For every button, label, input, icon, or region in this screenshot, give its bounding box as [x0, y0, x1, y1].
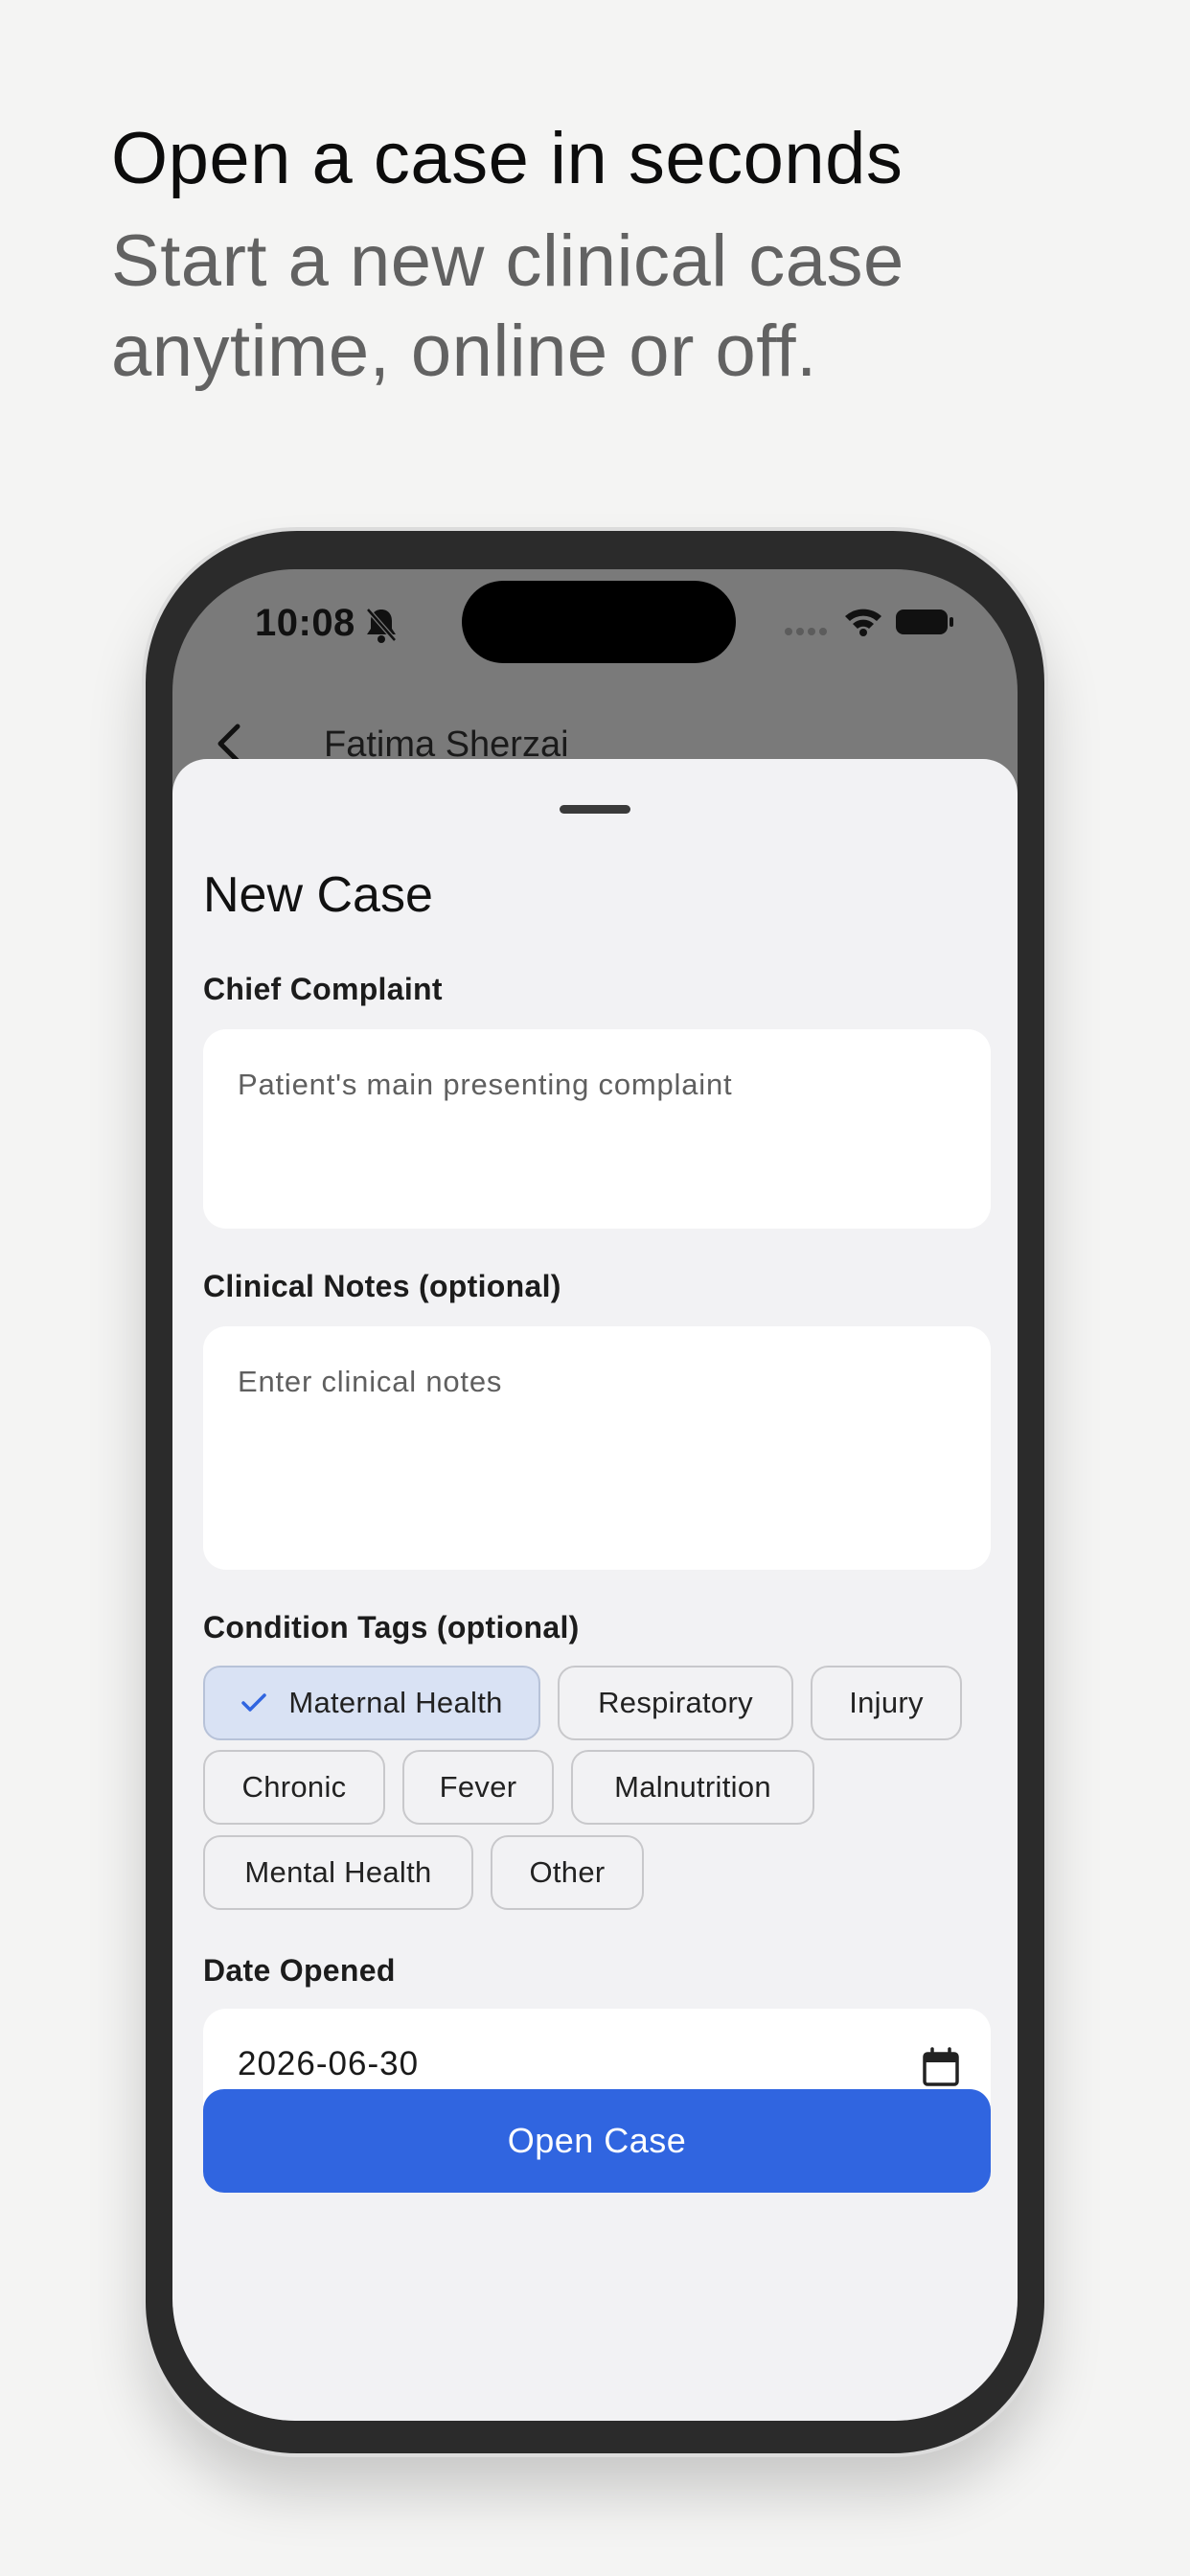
- date-opened-label: Date Opened: [203, 1953, 396, 1988]
- check-icon: [241, 1693, 267, 1712]
- tag-chip-injury[interactable]: Injury: [811, 1666, 962, 1740]
- sheet-grabber[interactable]: [560, 805, 630, 814]
- signal-icon: [785, 628, 827, 635]
- chief-complaint-label: Chief Complaint: [203, 972, 443, 1006]
- clinical-notes-placeholder: Enter clinical notes: [238, 1365, 503, 1398]
- open-case-button-label: Open Case: [507, 2121, 687, 2160]
- status-time: 10:08: [255, 602, 355, 644]
- phone-frame: 10:08 Fatima Sherzai New Case Chief Comp…: [146, 531, 1044, 2453]
- tag-chip-other[interactable]: Other: [491, 1835, 644, 1910]
- tag-chip-mental-health[interactable]: Mental Health: [203, 1835, 473, 1910]
- sheet-title: New Case: [203, 867, 433, 923]
- tag-chip-label: Fever: [439, 1770, 517, 1804]
- tag-chip-label: Chronic: [241, 1770, 347, 1804]
- new-case-sheet: New Case Chief Complaint Patient's main …: [172, 759, 1018, 2421]
- marketing-subhead: Start a new clinical case anytime, onlin…: [111, 220, 904, 392]
- tag-chip-chronic[interactable]: Chronic: [203, 1750, 385, 1825]
- calendar-icon[interactable]: [922, 2047, 960, 2087]
- tag-chip-label: Respiratory: [598, 1686, 753, 1719]
- battery-icon: [896, 610, 953, 634]
- bell-slash-icon: [366, 608, 397, 643]
- wifi-icon: [845, 609, 881, 636]
- date-opened-value: 2026-06-30: [238, 2045, 420, 2082]
- tag-chip-fever[interactable]: Fever: [402, 1750, 554, 1825]
- marketing-headline: Open a case in seconds: [111, 118, 904, 199]
- tag-chip-maternal-health[interactable]: Maternal Health: [203, 1666, 540, 1740]
- clinical-notes-label: Clinical Notes (optional): [203, 1269, 561, 1303]
- tag-chip-label: Other: [529, 1855, 606, 1889]
- tag-chip-respiratory[interactable]: Respiratory: [558, 1666, 793, 1740]
- clinical-notes-input[interactable]: Enter clinical notes: [203, 1326, 991, 1570]
- dynamic-island: [462, 581, 736, 663]
- open-case-button[interactable]: Open Case: [203, 2089, 991, 2193]
- tag-chip-label: Mental Health: [244, 1855, 432, 1889]
- tag-chip-label: Injury: [849, 1686, 924, 1719]
- phone-screen: 10:08 Fatima Sherzai New Case Chief Comp…: [172, 569, 1018, 2421]
- condition-tags-label: Condition Tags (optional): [203, 1610, 580, 1644]
- chief-complaint-input[interactable]: Patient's main presenting complaint: [203, 1029, 991, 1229]
- tag-chip-malnutrition[interactable]: Malnutrition: [571, 1750, 814, 1825]
- tag-chip-label: Malnutrition: [614, 1770, 771, 1804]
- chief-complaint-placeholder: Patient's main presenting complaint: [238, 1068, 733, 1101]
- tag-chip-label: Maternal Health: [288, 1686, 503, 1719]
